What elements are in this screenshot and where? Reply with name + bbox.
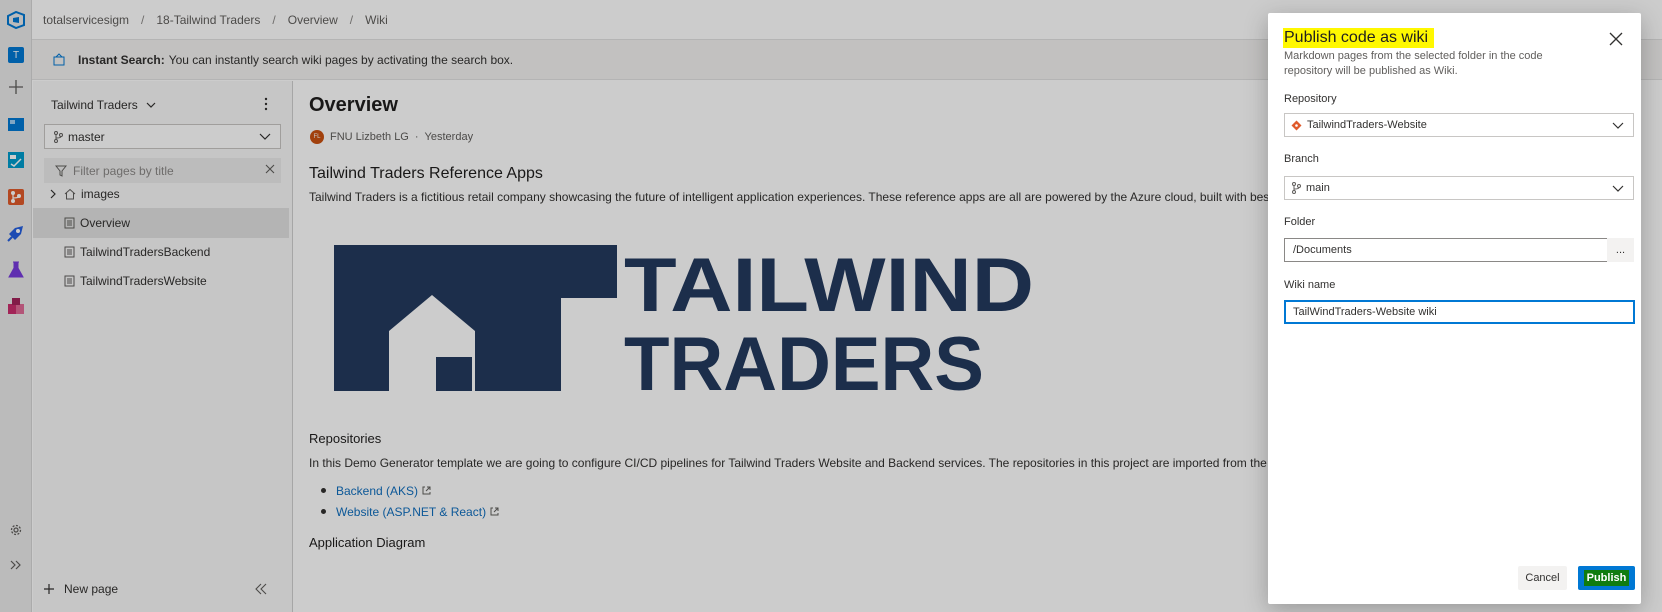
cancel-button[interactable]: Cancel xyxy=(1518,566,1567,590)
repository-label: Repository xyxy=(1284,93,1337,105)
chevron-down-icon xyxy=(1612,185,1624,192)
repository-value: TailwindTraders-Website xyxy=(1307,119,1427,131)
dialog-title: Publish code as wiki xyxy=(1283,28,1435,48)
branch-value: main xyxy=(1306,182,1330,194)
browse-folder-button[interactable]: ... xyxy=(1607,238,1634,262)
folder-label: Folder xyxy=(1284,216,1316,228)
git-repo-icon xyxy=(1291,120,1302,130)
folder-input[interactable] xyxy=(1293,244,1607,256)
repository-dropdown[interactable]: TailwindTraders-Website xyxy=(1284,113,1634,137)
wiki-name-label: Wiki name xyxy=(1284,279,1336,291)
branch-icon xyxy=(1292,182,1301,194)
dialog-description: Markdown pages from the selected folder … xyxy=(1284,50,1543,77)
folder-field[interactable] xyxy=(1284,238,1608,262)
publish-button[interactable]: Publish xyxy=(1578,566,1635,590)
close-icon[interactable] xyxy=(1606,29,1626,49)
publish-label: Publish xyxy=(1583,570,1630,586)
wiki-name-input[interactable] xyxy=(1293,306,1633,318)
branch-dropdown[interactable]: main xyxy=(1284,176,1634,200)
branch-label: Branch xyxy=(1284,153,1319,165)
publish-code-as-wiki-dialog: Publish code as wiki Markdown pages from… xyxy=(1268,13,1641,604)
wiki-name-field[interactable] xyxy=(1284,300,1635,324)
chevron-down-icon xyxy=(1612,122,1624,129)
